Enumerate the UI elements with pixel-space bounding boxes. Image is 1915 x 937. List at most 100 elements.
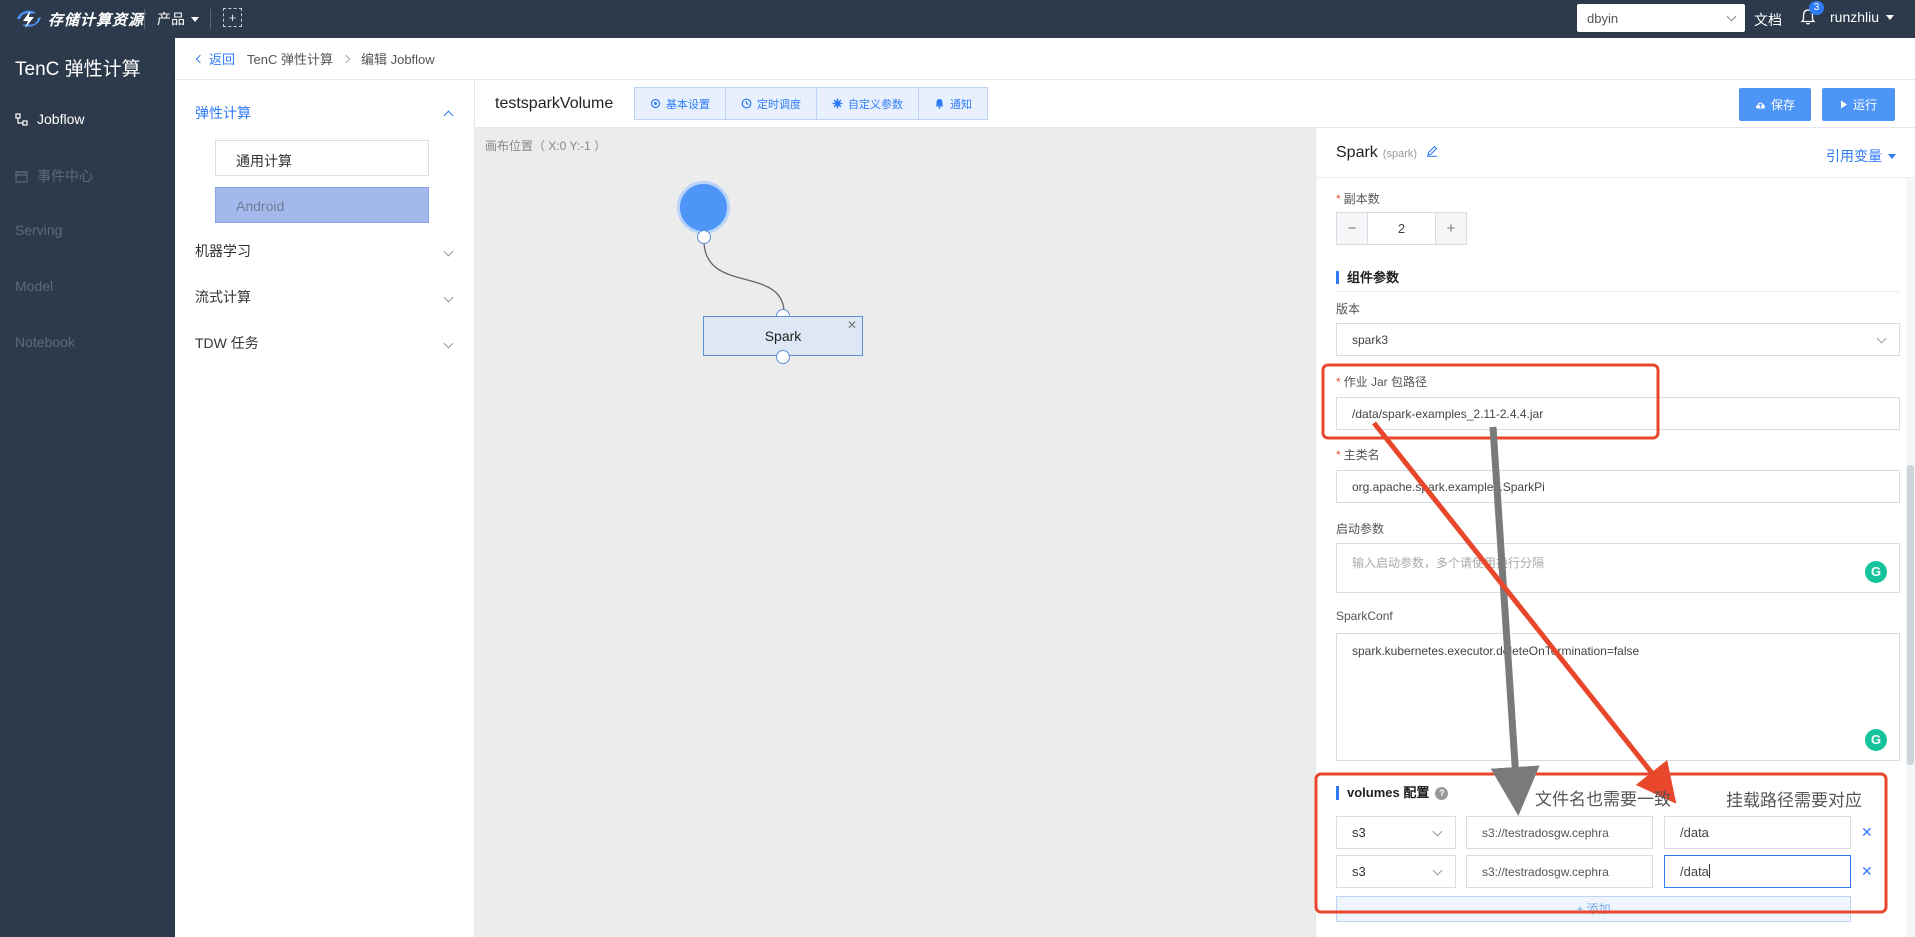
replicas-value[interactable]: 2 <box>1367 213 1436 244</box>
chevron-down-icon <box>1432 826 1443 837</box>
component-general-compute[interactable]: 通用计算 <box>215 140 429 176</box>
category-stream-compute[interactable]: 流式计算 <box>195 287 456 307</box>
config-title: Spark (spark) <box>1336 144 1438 162</box>
reference-variable-dropdown[interactable]: 引用变量 <box>1826 146 1896 166</box>
start-node[interactable] <box>677 181 730 234</box>
main-class-input[interactable]: org.apache.spark.examples.SparkPi <box>1336 470 1900 503</box>
category-label: 弹性计算 <box>195 105 251 121</box>
annotation-filename: 文件名也需要一致 <box>1535 790 1671 810</box>
sparkconf-textarea[interactable]: spark.kubernetes.executor.deleteOnTermin… <box>1336 633 1900 761</box>
replicas-stepper[interactable]: − 2 + <box>1336 212 1467 245</box>
volume-source-input[interactable]: s3://testradosgw.cephra <box>1466 855 1653 888</box>
main-sidebar: TenC 弹性计算 Jobflow 事件中心 Serving Model Not… <box>0 38 175 937</box>
component-panel: 弹性计算 通用计算 Android 机器学习 流式计算 TDW 任务 <box>175 80 475 937</box>
flow-icon <box>15 112 28 126</box>
caret-down-icon <box>1888 153 1896 159</box>
category-label: 流式计算 <box>195 289 251 305</box>
main-class-label: * 主类名 <box>1336 448 1380 462</box>
product-menu-label: 产品 <box>157 11 185 27</box>
user-menu[interactable]: runzhliu <box>1830 9 1895 25</box>
cloud-upload-icon <box>1756 101 1765 108</box>
project-select-value: dbyin <box>1587 11 1619 26</box>
chevron-up-icon <box>443 110 454 120</box>
brand-logo[interactable]: 存储计算资源 <box>14 6 144 32</box>
flow-canvas[interactable]: testsparkVolume 基本设置 定时调度 自定义参数 通知 保存 运行… <box>475 80 1915 937</box>
output-port[interactable] <box>697 230 711 244</box>
chevron-down-icon <box>443 292 454 302</box>
sidebar-item-serving[interactable]: Serving <box>15 222 62 238</box>
sidebar-item-events[interactable]: 事件中心 <box>15 166 93 186</box>
breadcrumb-item[interactable]: TenC 弹性计算 <box>247 49 333 68</box>
volume-type-select[interactable]: s3 <box>1336 855 1456 888</box>
category-elastic-compute[interactable]: 弹性计算 <box>195 103 456 123</box>
add-volume-button[interactable]: + 添加 <box>1336 896 1851 922</box>
sidebar-item-label: Notebook <box>15 334 75 350</box>
decrement-button[interactable]: − <box>1337 213 1367 244</box>
volume-type-select[interactable]: s3 <box>1336 816 1456 849</box>
volume-source-input[interactable]: s3://testradosgw.cephra <box>1466 816 1653 849</box>
sidebar-item-label: Model <box>15 278 54 294</box>
user-name: runzhliu <box>1830 9 1880 25</box>
flow-connector <box>703 236 785 311</box>
remove-volume-icon[interactable]: ✕ <box>1861 863 1873 880</box>
sidebar-item-jobflow[interactable]: Jobflow <box>15 111 84 127</box>
launch-args-label: 启动参数 <box>1336 522 1385 536</box>
sidebar-item-label: Serving <box>15 222 63 238</box>
node-subtype: (spark) <box>1382 148 1418 160</box>
text-cursor <box>1708 864 1710 878</box>
remove-volume-icon[interactable]: ✕ <box>1861 824 1873 841</box>
chevron-down-icon <box>443 338 454 348</box>
volume-mount-path-input[interactable]: /data <box>1664 816 1851 849</box>
product-menu[interactable]: 产品 <box>157 9 199 29</box>
run-button[interactable]: 运行 <box>1822 88 1895 121</box>
top-bar: 存储计算资源 产品 + dbyin 文档 3 runzhliu <box>0 0 1915 38</box>
category-machine-learning[interactable]: 机器学习 <box>195 241 456 261</box>
output-port[interactable] <box>776 350 790 364</box>
divider <box>1336 291 1900 292</box>
component-android[interactable]: Android <box>215 187 429 223</box>
increment-button[interactable]: + <box>1436 213 1466 244</box>
sidebar-item-notebook[interactable]: Notebook <box>15 334 75 350</box>
back-label: 返回 <box>209 52 236 67</box>
ref-var-label: 引用变量 <box>1826 148 1882 164</box>
docs-link[interactable]: 文档 <box>1754 10 1782 30</box>
jar-path-label: * 作业 Jar 包路径 <box>1336 375 1428 389</box>
save-button[interactable]: 保存 <box>1739 88 1811 121</box>
sidebar-item-label: 事件中心 <box>37 168 93 184</box>
sidebar-title: TenC 弹性计算 <box>15 59 141 80</box>
caret-down-icon <box>1886 14 1895 20</box>
config-header: Spark (spark) 引用变量 <box>1316 128 1915 178</box>
help-icon[interactable]: ? <box>1435 787 1449 800</box>
category-tdw-task[interactable]: TDW 任务 <box>195 333 456 353</box>
edit-icon[interactable] <box>1426 145 1438 157</box>
close-icon[interactable]: ✕ <box>847 318 857 332</box>
volume-mount-path-input[interactable]: /data <box>1664 855 1851 888</box>
back-link[interactable]: 返回 <box>195 49 236 68</box>
chevron-down-icon <box>1432 865 1443 876</box>
scrollbar-thumb[interactable] <box>1907 465 1914 765</box>
node-type: Spark <box>1336 144 1378 161</box>
version-select[interactable]: spark3 <box>1336 323 1900 356</box>
logo-icon <box>17 10 41 28</box>
placeholder-text: 输入启动参数，多个请使用换行分隔 <box>1352 556 1545 570</box>
caret-down-icon <box>191 16 199 22</box>
chevron-down-icon <box>443 246 454 256</box>
grammarly-icon[interactable]: G <box>1865 729 1887 751</box>
node-label: Spark <box>764 328 802 344</box>
launch-args-textarea[interactable]: 输入启动参数，多个请使用换行分隔 G <box>1336 543 1900 593</box>
scrollbar[interactable] <box>1906 178 1915 937</box>
divider <box>144 9 145 29</box>
add-shortcut-icon[interactable]: + <box>223 8 242 27</box>
chevron-down-icon <box>1876 333 1887 344</box>
project-select[interactable]: dbyin <box>1577 4 1745 32</box>
sidebar-item-label: Jobflow <box>37 111 85 127</box>
jar-path-input[interactable]: /data/spark-examples_2.11-2.4.4.jar <box>1336 397 1900 430</box>
grammarly-icon[interactable]: G <box>1865 561 1887 583</box>
divider <box>210 9 211 29</box>
sidebar-item-model[interactable]: Model <box>15 278 53 294</box>
calendar-icon <box>15 170 28 183</box>
sparkconf-text: spark.kubernetes.executor.deleteOnTermin… <box>1352 644 1640 658</box>
play-icon <box>1840 100 1847 109</box>
sparkconf-label: SparkConf <box>1336 609 1393 623</box>
annotation-mount-path: 挂载路径需要对应 <box>1726 791 1862 811</box>
